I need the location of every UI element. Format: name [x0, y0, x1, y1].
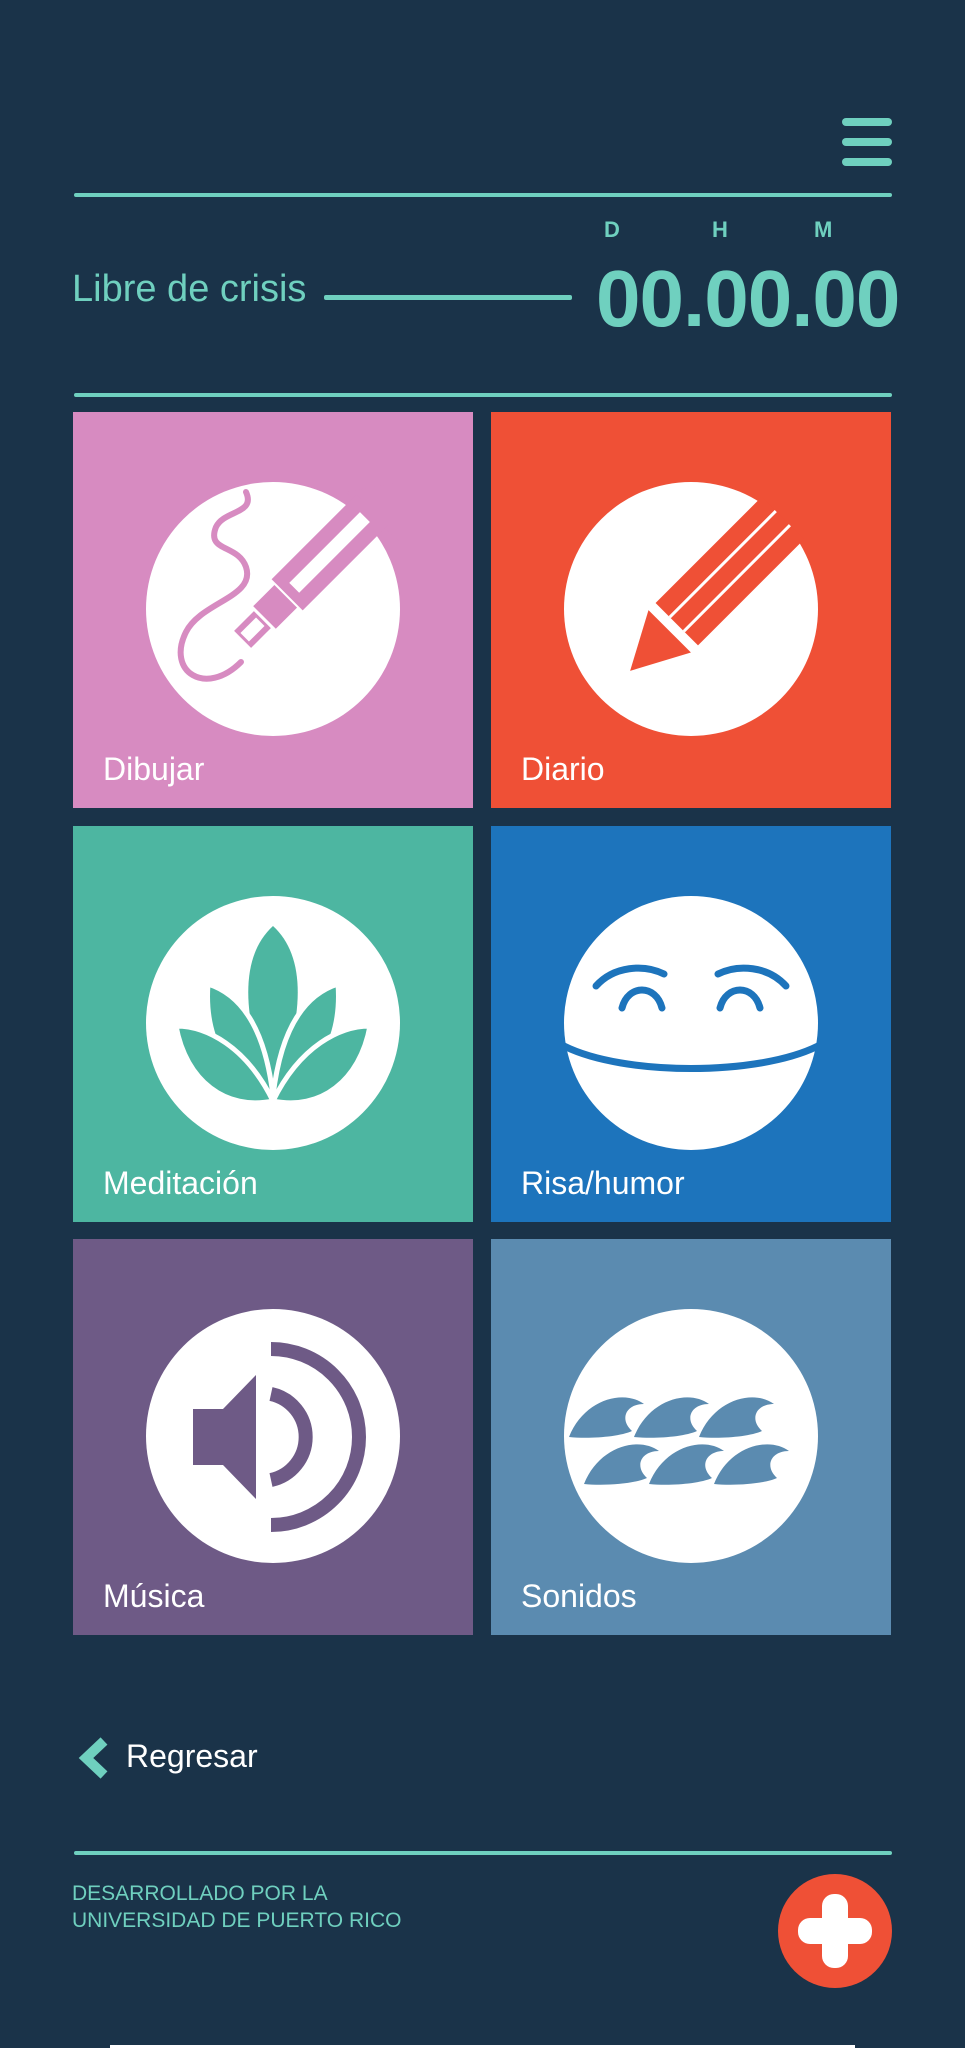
hamburger-menu-icon-bar	[842, 158, 892, 166]
tile-label-musica: Música	[103, 1578, 205, 1614]
lotus-icon	[146, 896, 400, 1150]
crisis-free-timer: 00.00.00	[596, 254, 900, 343]
hamburger-menu-icon-bar	[842, 138, 892, 146]
tile-label-risa-humor: Risa/humor	[521, 1165, 685, 1201]
menu-button[interactable]	[842, 118, 892, 166]
crisis-label-line	[324, 295, 572, 300]
plus-cross-icon	[778, 1874, 892, 1988]
tile-dibujar[interactable]: Dibujar	[73, 412, 473, 808]
tile-meditacion[interactable]: Meditación	[73, 826, 473, 1222]
tile-diario[interactable]: Diario	[491, 412, 891, 808]
speaker-icon	[146, 1309, 400, 1563]
tile-label-dibujar: Dibujar	[103, 751, 205, 787]
tile-sonidos[interactable]: Sonidos	[491, 1239, 891, 1635]
smiling-face-icon	[564, 896, 818, 1150]
developer-credit: DESARROLLADO POR LA UNIVERSIDAD DE PUERT…	[72, 1880, 401, 1934]
credit-line-2: UNIVERSIDAD DE PUERTO RICO	[72, 1909, 402, 1932]
credit-line-1: DESARROLLADO POR LA	[72, 1882, 328, 1905]
footer-divider	[74, 1851, 892, 1855]
back-button-label: Regresar	[126, 1738, 258, 1774]
tile-musica[interactable]: Música	[73, 1239, 473, 1635]
chevron-left-icon	[78, 1737, 108, 1779]
tile-risa-humor[interactable]: Risa/humor	[491, 826, 891, 1222]
timer-unit-days: D	[604, 217, 621, 242]
header-divider-top	[74, 193, 892, 197]
pen-drawing-icon	[146, 482, 400, 736]
crisis-free-label: Libre de crisis	[72, 268, 307, 310]
emergency-button[interactable]	[778, 1874, 892, 1988]
tile-label-meditacion: Meditación	[103, 1165, 258, 1201]
header-divider-bottom	[74, 393, 892, 397]
tile-label-diario: Diario	[521, 751, 605, 787]
timer-unit-hours: H	[712, 217, 729, 242]
timer-unit-minutes: M	[814, 217, 834, 242]
pencil-icon	[564, 482, 818, 736]
waves-icon	[564, 1309, 818, 1563]
hamburger-menu-icon	[842, 118, 892, 126]
tile-label-sonidos: Sonidos	[521, 1578, 637, 1614]
back-button[interactable]: Regresar	[74, 1734, 274, 1784]
